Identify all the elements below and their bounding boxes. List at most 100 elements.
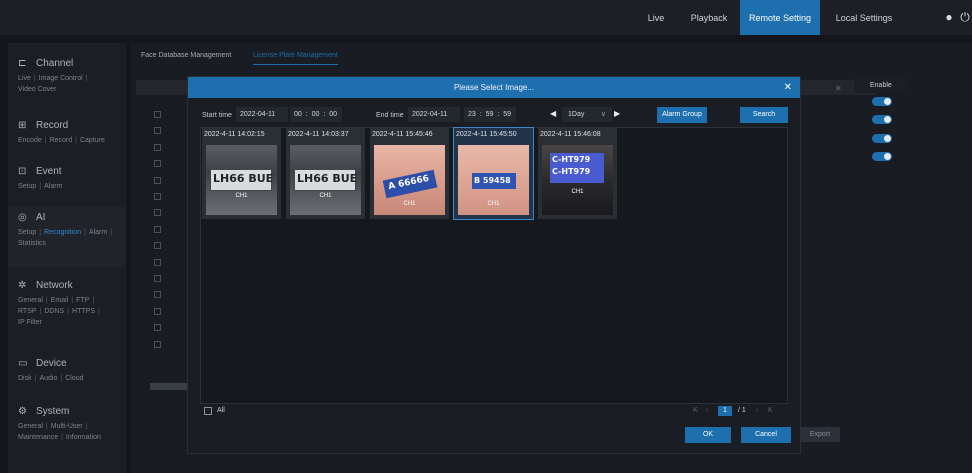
row-checkbox[interactable] [154, 340, 161, 348]
nav-local-settings[interactable]: Local Settings [828, 0, 900, 35]
start-time-label: Start time [202, 112, 232, 119]
link-ai-alarm[interactable]: Alarm [89, 229, 107, 236]
row-checkbox[interactable] [154, 258, 161, 266]
row-checkbox[interactable] [154, 291, 161, 299]
image-card[interactable]: 2022-4-11 14:02:15 LH66 BUE CH1 [202, 128, 281, 219]
link-setup[interactable]: Setup [18, 183, 36, 190]
plate-text: B 59458 [474, 176, 511, 185]
enable-toggle[interactable] [872, 115, 892, 124]
link-record[interactable]: Record [50, 137, 73, 144]
link-recognition[interactable]: Recognition [44, 229, 81, 236]
nav-playback[interactable]: Playback [686, 0, 732, 35]
current-page[interactable]: 1 [718, 406, 732, 416]
row-checkbox[interactable] [154, 143, 161, 151]
link-information[interactable]: Information [66, 434, 101, 441]
row-checkbox[interactable] [154, 209, 161, 217]
cancel-button[interactable]: Cancel [741, 427, 791, 443]
sidebar-header-record[interactable]: ⊞ Record [8, 115, 126, 135]
sidebar-section-record: ⊞ Record Encode | Record | Capture [8, 115, 126, 146]
image-card[interactable]: 2022-4-11 15:46:08 C-HT979 C-HT979 CH1 [538, 128, 617, 219]
sidebar-section-ai: ◎ AI Setup | Recognition | Alarm | Statistics [8, 207, 126, 267]
row-checkbox[interactable] [154, 160, 161, 168]
power-icon[interactable]: ⏻ [958, 10, 972, 24]
next-page-icon[interactable]: › [756, 407, 758, 414]
sidebar-header-channel[interactable]: ⊏ Channel [8, 53, 126, 73]
link-capture[interactable]: Capture [80, 137, 105, 144]
alarm-group-button[interactable]: Alarm Group [657, 107, 707, 123]
prev-arrow-icon[interactable]: ◀ [550, 109, 556, 118]
search-button[interactable]: Search [740, 107, 788, 123]
channel-label: CH1 [487, 201, 500, 207]
row-checkbox[interactable] [154, 111, 161, 118]
first-page-icon[interactable]: K [693, 407, 698, 414]
row-checkbox[interactable] [154, 127, 161, 135]
nav-live[interactable]: Live [640, 0, 672, 35]
sidebar-section-event: ⊡ Event Setup | Alarm [8, 161, 126, 192]
row-checkbox[interactable] [154, 225, 161, 233]
horizontal-scrollbar[interactable] [150, 383, 190, 390]
sidebar-header-system[interactable]: ⚙ System [8, 401, 126, 421]
dialog-title: Please Select Image... [188, 77, 800, 98]
link-disk[interactable]: Disk [18, 375, 32, 382]
sidebar-header-device[interactable]: ▭ Device [8, 353, 126, 373]
link-sys-general[interactable]: General [18, 423, 43, 430]
link-video-cover[interactable]: Video Cover [18, 86, 56, 93]
last-page-icon[interactable]: K [768, 407, 773, 414]
row-checkbox[interactable] [154, 193, 161, 200]
sidebar-section-network: ✲ Network General | Email | FTP | RTSP | DDNS | HT… [8, 275, 126, 328]
ok-button[interactable]: OK [685, 427, 731, 443]
image-time: 2022-4-11 15:46:08 [540, 131, 601, 138]
enable-toggle[interactable] [872, 134, 892, 143]
row-checkbox[interactable] [154, 176, 161, 184]
image-card[interactable]: 2022-4-11 15:45:50 B 59458 CH1 [453, 127, 534, 220]
next-arrow-icon[interactable]: ▶ [614, 109, 620, 118]
link-email[interactable]: Email [51, 297, 69, 304]
ai-icon: ◎ [18, 211, 27, 223]
enable-toggle[interactable] [872, 97, 892, 106]
link-ai-setup[interactable]: Setup [18, 229, 36, 236]
link-rtsp[interactable]: RTSP [18, 308, 37, 315]
end-time-field[interactable]: 23 : 59 : 59 [464, 107, 516, 122]
row-checkbox[interactable] [154, 242, 161, 250]
link-alarm[interactable]: Alarm [44, 183, 62, 190]
link-https[interactable]: HTTPS [72, 308, 95, 315]
user-icon[interactable]: ● [942, 10, 956, 24]
export-button[interactable]: Export [800, 427, 840, 442]
channel-label: CH1 [319, 193, 332, 199]
prev-page-icon[interactable]: ‹ [706, 407, 708, 414]
link-encode[interactable]: Encode [18, 137, 42, 144]
end-time-label: End time [376, 112, 404, 119]
tab-face-database[interactable]: Face Database Management [141, 52, 231, 59]
link-live[interactable]: Live [18, 75, 31, 82]
nav-remote-setting[interactable]: Remote Setting [740, 0, 820, 35]
row-checkbox[interactable] [154, 324, 161, 332]
image-time: 2022-4-11 14:02:15 [204, 131, 265, 138]
image-time: 2022-4-11 14:03:37 [288, 131, 349, 138]
row-checkbox[interactable] [154, 275, 161, 282]
sidebar-header-event[interactable]: ⊡ Event [8, 161, 126, 181]
start-date-field[interactable]: 2022-04-11 [236, 107, 288, 122]
link-image-control[interactable]: Image Control [39, 75, 83, 82]
start-time-field[interactable]: 00 : 00 : 00 [290, 107, 342, 122]
tab-license-plate[interactable]: License Plate Management [253, 52, 338, 65]
sidebar-header-ai[interactable]: ◎ AI [8, 207, 126, 227]
link-ddns[interactable]: DDNS [44, 308, 64, 315]
enable-toggle[interactable] [872, 152, 892, 161]
image-grid: 2022-4-11 14:02:15 LH66 BUE CH1 2022-4-1… [200, 127, 788, 404]
link-ip-filter[interactable]: IP Filter [18, 319, 42, 326]
link-audio[interactable]: Audio [39, 375, 57, 382]
link-statistics[interactable]: Statistics [18, 240, 46, 247]
row-checkbox[interactable] [154, 307, 161, 315]
link-general[interactable]: General [18, 297, 43, 304]
image-card[interactable]: 2022-4-11 15:45:46 A 66666 CH1 [370, 128, 449, 219]
end-date-field[interactable]: 2022-04-11 [408, 107, 460, 122]
range-select[interactable]: 1Day ∨ [562, 107, 612, 122]
link-multi-user[interactable]: Multi-User [51, 423, 83, 430]
link-ftp[interactable]: FTP [76, 297, 89, 304]
image-card[interactable]: 2022-4-11 14:03:37 LH66 BUE CH1 [286, 128, 365, 219]
sidebar-header-network[interactable]: ✲ Network [8, 275, 126, 295]
select-all-checkbox[interactable] [204, 407, 212, 415]
link-cloud[interactable]: Cloud [65, 375, 83, 382]
close-icon[interactable]: ✕ [784, 77, 792, 98]
link-maintenance[interactable]: Maintenance [18, 434, 58, 441]
